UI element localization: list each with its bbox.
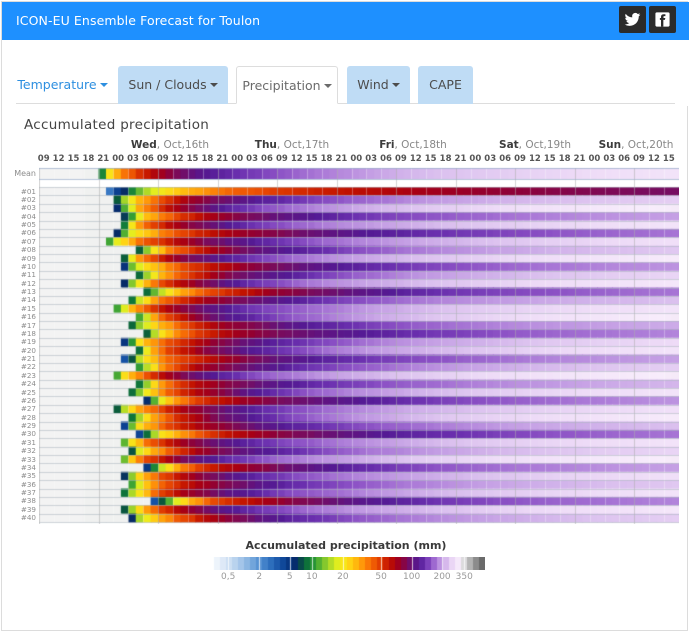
hour-tick: 15: [186, 154, 199, 164]
day-axis: Wed, Oct,16th Thu, Oct,17th Fri, Oct,18th S…: [2, 139, 689, 153]
chevron-down-icon: [323, 84, 332, 88]
hour-tick: 21: [335, 154, 348, 164]
hour-tick: 03: [246, 154, 258, 164]
hour-tick: 15: [543, 154, 556, 164]
tab-label: Wind: [357, 77, 389, 92]
title-bar: ICON-EU Ensemble Forecast for Toulon: [2, 2, 689, 40]
page-root: ICON-EU Ensemble Forecast for Toulon Tem…: [0, 0, 689, 632]
hour-tick: 00: [112, 154, 125, 164]
legend-title: Accumulated precipitation (mm): [245, 539, 447, 552]
hour-tick: 06: [261, 154, 273, 164]
day-name: Sun: [598, 139, 622, 151]
chart-title: Accumulated precipitation: [24, 117, 210, 133]
day-date: , Oct,18th: [394, 139, 447, 151]
hour-tick: 09: [395, 154, 407, 164]
tab-label: Temperature: [17, 77, 97, 92]
legend-tick-label: 5: [286, 572, 293, 582]
hour-tick: 18: [558, 154, 571, 164]
hour-tick: 18: [439, 154, 452, 164]
hour-tick: 12: [171, 154, 184, 164]
hour-tick: 06: [141, 154, 154, 164]
legend-tick-label: 350: [455, 572, 473, 582]
hour-tick: 18: [201, 154, 214, 164]
hour-tick: 21: [216, 154, 229, 164]
day-name: Wed: [130, 139, 157, 151]
tab-precipitation[interactable]: Precipitation: [236, 66, 338, 104]
hour-tick: 09: [275, 154, 288, 164]
hour-axis: 09 12 15 18 21 00 03 06 09 12 15 18 21 00 03 06 09 12 15 18…: [2, 154, 689, 166]
hour-tick: 03: [365, 154, 378, 164]
row-label-member: #40: [20, 513, 36, 523]
row-label-mean: Mean: [14, 169, 36, 178]
legend-tick-label: 100: [403, 572, 421, 582]
hour-tick: 00: [588, 154, 601, 164]
hour-tick: 21: [97, 154, 110, 164]
hour-tick: 12: [648, 154, 660, 164]
tab-cape[interactable]: CAPE: [418, 66, 473, 104]
hour-tick: 06: [618, 154, 631, 164]
legend-tick-label: 20: [337, 572, 349, 582]
hour-tick: 18: [320, 154, 333, 164]
tab-temperature[interactable]: Temperature: [16, 66, 109, 104]
member-axis: Mean #01 #02 #03 #04 #05 #06 #07 #08 #09 #10 #11 #12…: [2, 166, 39, 524]
legend-tick-label: 10: [306, 572, 318, 582]
hour-tick: 12: [528, 154, 541, 164]
day-date: , Oct,20th: [621, 139, 674, 151]
hour-tick: 12: [52, 154, 65, 164]
tab-sun-clouds[interactable]: Sun / Clouds: [118, 66, 228, 104]
chevron-down-icon: [209, 83, 218, 87]
facebook-icon[interactable]: [649, 6, 676, 33]
day-label-4: Sun, Oct,20th: [599, 139, 674, 151]
legend-tick-label: 200: [433, 572, 451, 582]
heatmap-canvas[interactable]: [39, 166, 679, 524]
forecast-card: ICON-EU Ensemble Forecast for Toulon Tem…: [1, 1, 689, 631]
day-name: Thu: [254, 139, 277, 151]
legend-tick-label: 2: [256, 572, 263, 582]
hour-tick: 15: [662, 154, 675, 164]
day-name: Sat: [499, 139, 519, 151]
legend-tick-label: 0,5: [221, 572, 236, 582]
hour-tick: 15: [305, 154, 318, 164]
chevron-down-icon: [391, 83, 400, 87]
hour-tick: 15: [67, 154, 80, 164]
hour-tick: 06: [499, 154, 512, 164]
hour-tick: 03: [603, 154, 616, 164]
hour-tick: 09: [633, 154, 645, 164]
hour-tick: 09: [156, 154, 169, 164]
day-label-0: Wed, Oct,16th: [131, 139, 209, 151]
legend-ticks: 0,5 2 5 10 20 50 100 200 350: [2, 572, 689, 586]
precipitation-heatmap[interactable]: [39, 166, 679, 524]
day-name: Fri: [379, 139, 395, 151]
day-date: , Oct,19th: [518, 139, 571, 151]
hour-tick: 09: [514, 154, 526, 164]
hour-tick: 12: [290, 154, 303, 164]
hour-tick: 09: [37, 154, 50, 164]
hour-tick: 00: [350, 154, 363, 164]
hour-tick: 03: [484, 154, 497, 164]
legend-tick-label: 50: [375, 572, 387, 582]
hour-tick: 15: [424, 154, 437, 164]
hour-tick: 06: [380, 154, 392, 164]
tab-label: Precipitation: [242, 78, 321, 93]
day-label-2: Fri, Oct,18th: [379, 139, 447, 151]
tab-underline: [16, 103, 675, 104]
day-label-3: Sat, Oct,19th: [499, 139, 571, 151]
hour-tick: 21: [573, 154, 586, 164]
hour-tick: 18: [82, 154, 95, 164]
hour-tick: 00: [469, 154, 482, 164]
hour-tick: 03: [127, 154, 139, 164]
tab-wind[interactable]: Wind: [347, 66, 410, 104]
tab-label: Sun / Clouds: [128, 77, 207, 92]
day-date: , Oct,17th: [276, 139, 330, 151]
page-title: ICON-EU Ensemble Forecast for Toulon: [16, 13, 261, 28]
day-label-1: Thu, Oct,17th: [255, 139, 329, 151]
hour-tick: 12: [409, 154, 422, 164]
day-date: , Oct,16th: [156, 139, 210, 151]
hour-tick: 00: [231, 154, 244, 164]
chevron-down-icon: [99, 83, 108, 87]
tab-label: CAPE: [429, 77, 462, 92]
legend-colorbar: [208, 557, 485, 570]
hour-tick: 21: [454, 154, 467, 164]
twitter-icon[interactable]: [619, 6, 646, 33]
